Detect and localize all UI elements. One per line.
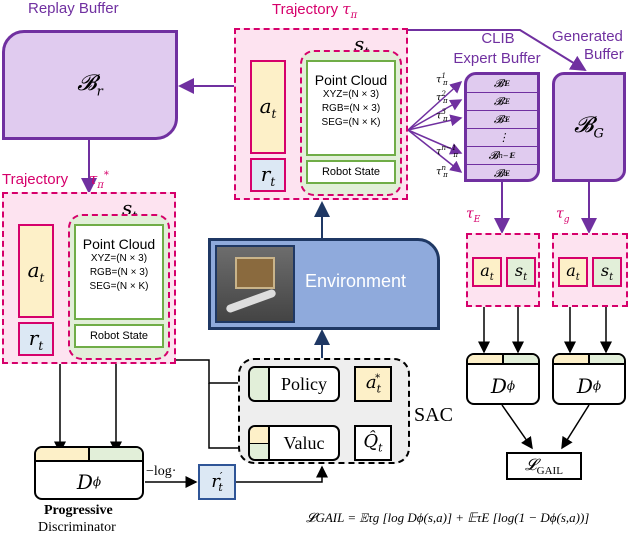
reward-box: rt [250, 158, 286, 192]
clib-title-2: Expert Buffer [453, 50, 541, 67]
taug-action: at [558, 257, 588, 287]
clib-buffer-row: 𝓑3E [467, 111, 537, 129]
value-label: Valuc [283, 432, 325, 453]
clib-input-label: τn−1π [436, 144, 458, 160]
progressive-label: Progressive [44, 503, 113, 518]
robot-arm-icon [225, 288, 277, 314]
state-group: Point Cloud XYZ=(N × 3) RGB=(N × 3) SEG=… [68, 214, 170, 360]
clib-buffer-row: ⋮ [467, 129, 537, 147]
robot-state-box: Robot State [74, 324, 164, 348]
reward-box: rt [18, 322, 54, 356]
replay-sub: r [96, 84, 103, 100]
cabinet-icon [235, 257, 275, 289]
policy-label: Policy [280, 373, 327, 394]
policy-block[interactable]: Policy [248, 366, 340, 402]
trajectory-pi-box: st at rt Point Cloud XYZ=(N × 3) RGB=(N … [234, 28, 408, 200]
action-box: at [250, 60, 286, 154]
clib-expert-buffer: 𝓑 1 E 𝓑 2 E 𝓑 3 E ⋮ 𝓑n−1 E 𝓑n E [464, 72, 540, 182]
tauE-label: τE [466, 206, 481, 225]
clib-buffer-row: 𝓑2E [467, 93, 537, 111]
point-cloud-box: Point Cloud XYZ=(N × 3) RGB=(N × 3) SEG=… [74, 224, 164, 320]
tauE-action: at [472, 257, 502, 287]
arrow-rprime-to-sac [236, 465, 328, 483]
tauE-box: at st [466, 233, 540, 307]
environment-block: Environment [208, 238, 440, 330]
generated-buffer: 𝓑G [552, 72, 626, 182]
action-box: at [18, 224, 54, 318]
clib-input-label: τ2π [436, 90, 448, 106]
tauE-state: st [506, 257, 536, 287]
progressive-discriminator: Dϕ [34, 446, 144, 500]
clib-buffer-row: 𝓑1E [467, 75, 537, 93]
trajectory-pi-title: Trajectory τπ [272, 0, 358, 21]
q-value-box: Q̂t [354, 425, 392, 461]
clib-buffer-row: 𝓑nE [467, 165, 537, 180]
gail-equation: 𝓛GAIL = 𝔼τg [log Dϕ(s,a)] + 𝔼τE [log(1 −… [306, 510, 590, 525]
discriminator-label: Discriminator [38, 520, 116, 535]
clib-input-label: τ1π [436, 72, 448, 88]
value-block[interactable]: Valuc [248, 425, 340, 461]
taug-box: at st [552, 233, 628, 307]
replay-buffer-title: Replay Buffer [28, 0, 119, 17]
generated-title-1: Generated [552, 28, 623, 45]
robot-state-box: Robot State [306, 160, 396, 184]
clib-buffer-row: 𝓑n−1 E [467, 147, 537, 165]
trajectory-pi-star-box: st at rt Point Cloud XYZ=(N × 3) RGB=(N … [2, 192, 176, 364]
point-cloud-box: Point Cloud XYZ=(N × 3) RGB=(N × 3) SEG=… [306, 60, 396, 156]
neg-log-label: −log· [146, 464, 177, 479]
discriminator-expert: Dϕ [466, 353, 540, 405]
clib-title-1: CLIB [481, 30, 515, 47]
replay-symbol: 𝓑 [77, 70, 97, 96]
generated-title-2: Buffer [584, 46, 624, 63]
environment-image [215, 245, 295, 323]
reward-prime-box: r′t [198, 464, 236, 500]
clib-input-label: τ3π [436, 108, 448, 124]
taug-state: st [592, 257, 622, 287]
arrow-dE-to-gail [501, 404, 533, 450]
replay-buffer: 𝓑r [2, 30, 178, 140]
action-star-box: at* [354, 366, 392, 402]
taug-label: τg [556, 206, 570, 225]
arrow-dg-to-gail [561, 404, 590, 450]
clib-input-label: τnπ [436, 164, 448, 180]
trajectory-pi-star-title: Trajectory τπ* [2, 170, 109, 191]
discriminator-generated: Dϕ [552, 353, 626, 405]
state-group: Point Cloud XYZ=(N × 3) RGB=(N × 3) SEG=… [300, 50, 402, 196]
sac-label: SAC [414, 404, 453, 426]
gail-loss-box: 𝓛GAIL [506, 452, 582, 480]
environment-label: Environment [305, 271, 407, 291]
